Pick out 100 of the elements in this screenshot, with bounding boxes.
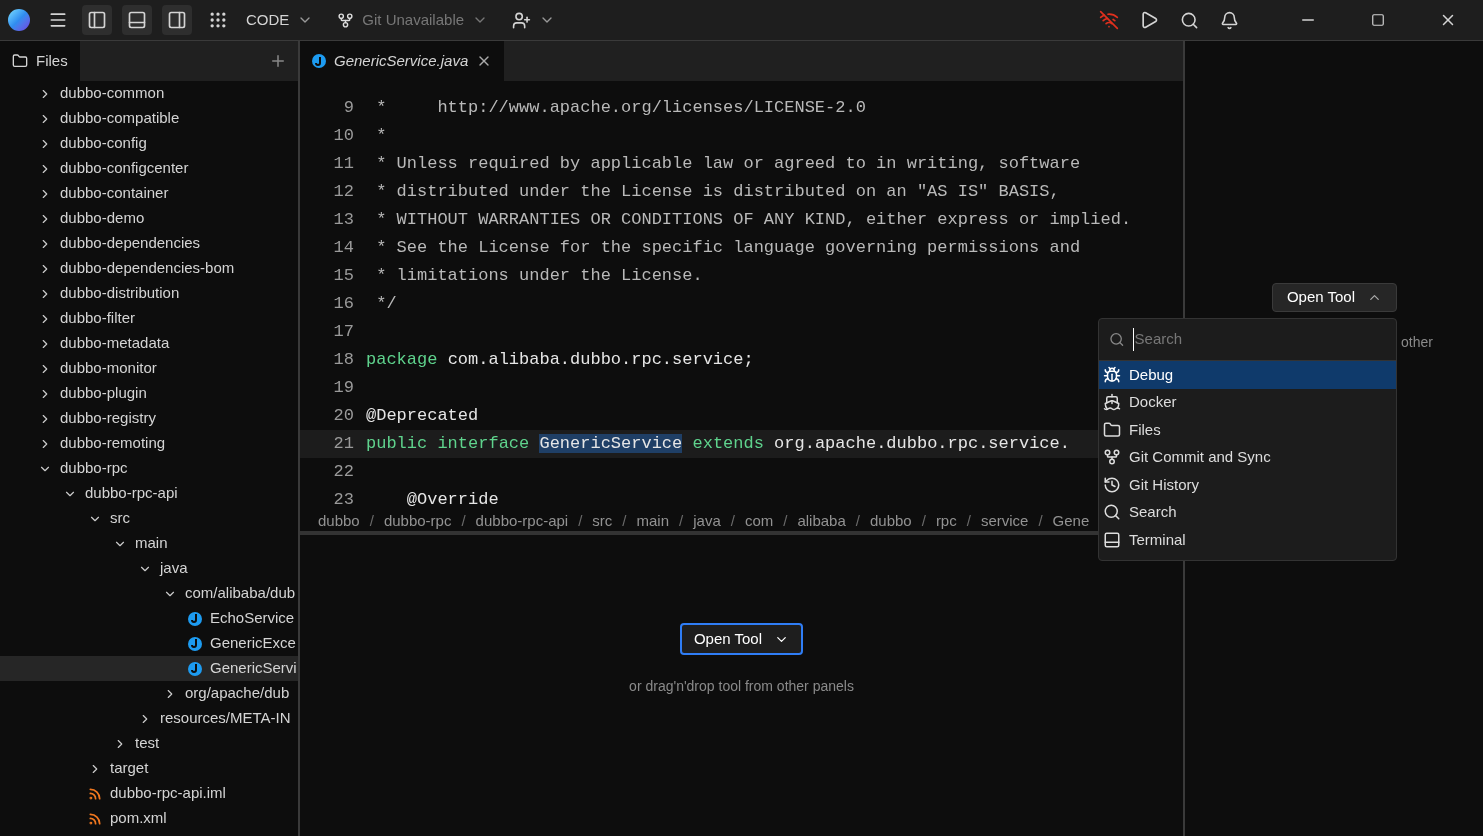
tree-item-label: resources/META-IN [160,708,291,729]
java-file-icon [312,54,326,68]
drop-hint: or drag'n'drop tool from other panels [628,677,855,695]
tree-item[interactable]: dubbo-plugin [0,381,298,406]
bug-icon [1103,365,1121,384]
tree-item[interactable]: dubbo-rpc-api.iml [0,781,298,806]
line-number: 17 [332,321,355,344]
tree-item[interactable]: dubbo-filter [0,306,298,331]
folder-icon [1103,420,1121,439]
tree-item[interactable]: dubbo-common [0,81,298,106]
tree-item[interactable]: GenericServi [0,656,298,681]
line-number: 11 [332,153,355,176]
code-line: * See the License for the specific language governing permissions and [375,237,1081,260]
breadcrumb-separator: / [783,511,788,531]
tree-item-label: org/apache/dub [185,683,290,704]
code-line: */ [375,293,397,316]
tree-item-label: dubbo-config [60,133,147,154]
breadcrumb-item[interactable]: dubbo [870,511,912,531]
tree-item-label: dubbo-rpc [60,458,128,479]
tree-item[interactable]: src [0,506,298,531]
menu-item[interactable]: Search [1099,498,1396,526]
panel-icon [1103,530,1121,549]
breadcrumb-item[interactable]: src [592,511,613,531]
tree-item[interactable]: GenericExce [0,631,298,656]
breadcrumb-item[interactable]: Gene [1052,511,1090,531]
code-line: * distributed under the License is distributed on an "AS IS" BASIS, [375,181,1060,204]
menu-item[interactable]: Docker [1099,388,1396,416]
right-panel-icon [167,10,187,30]
search-field[interactable]: Search [1132,328,1386,351]
tree-item[interactable]: dubbo-demo [0,206,298,231]
tree-item[interactable]: dubbo-monitor [0,356,298,381]
breadcrumb-item[interactable]: rpc [935,511,957,531]
line-number: 19 [332,377,355,400]
code-line: * limitations under the License. [375,265,703,288]
tree-item[interactable]: main [0,531,298,556]
tree-item-label: main [135,533,168,554]
tree-item-label: EchoService [210,608,295,629]
left-panel-icon [87,10,107,30]
breadcrumb-item[interactable]: com [744,511,774,531]
editor-tab[interactable]: GenericService.java [300,41,505,81]
breadcrumb-item[interactable]: main [636,511,670,531]
tree-item[interactable]: dubbo-distribution [0,281,298,306]
tree-item-label: dubbo-rpc-api [85,483,178,504]
menu-item[interactable]: Terminal [1099,526,1396,554]
tree-item[interactable]: org/apache/dub [0,681,298,706]
tree-item[interactable]: dubbo-registry [0,406,298,431]
breadcrumb-separator: / [679,511,684,531]
menu-item[interactable]: Git History [1099,471,1396,499]
search-icon [1109,331,1125,348]
tree-item[interactable]: dubbo-config [0,131,298,156]
add-user-icon [512,10,532,30]
tree-item[interactable]: dubbo-rpc-api [0,481,298,506]
breadcrumb-item[interactable]: service [980,511,1029,531]
tree-item[interactable]: target [0,756,298,781]
tree-item-label: dubbo-dependencies-bom [60,258,235,279]
breadcrumb-item[interactable]: dubbo-rpc-api [475,511,569,531]
tree-item-label: GenericServi [210,658,297,679]
tree-item-label: dubbo-container [60,183,169,204]
line-number: 14 [332,237,355,260]
code-line: public interface GenericService extends org.apache.dubbo.rpc.service. [366,433,1070,456]
java-file-icon [188,661,202,676]
tree-item[interactable]: dubbo-dependencies-bom [0,256,298,281]
breadcrumb-separator: / [921,511,926,531]
tab-title: GenericService.java [334,50,469,71]
tree-item[interactable]: com/alibaba/dub [0,581,298,606]
tree-item[interactable]: dubbo-container [0,181,298,206]
menu-item[interactable]: Files [1099,416,1396,444]
tree-item[interactable]: dubbo-dependencies [0,231,298,256]
tree-item[interactable]: dubbo-compatible [0,106,298,131]
breadcrumb-item[interactable]: alibaba [797,511,846,531]
mode-dropdown[interactable]: CODE [246,8,314,32]
tree-item[interactable]: java [0,556,298,581]
tree-item-label: test [135,733,160,754]
breadcrumb-separator: / [578,511,583,531]
menu-item[interactable]: Git Commit and Sync [1099,443,1396,471]
breadcrumb-item[interactable]: dubbo [318,511,360,531]
tree-item-label: dubbo-filter [60,308,136,329]
breadcrumb-item[interactable]: dubbo-rpc [383,511,452,531]
tree-item[interactable]: resources/META-IN [0,706,298,731]
panel-toggle-button[interactable] [122,5,152,35]
tree-item[interactable]: EchoService [0,606,298,631]
line-number: 9 [342,97,355,120]
tree-item[interactable]: test [0,731,298,756]
breadcrumb-item[interactable]: java [693,511,721,531]
tree-item[interactable]: dubbo-configcenter [0,156,298,181]
panel-toggle-button[interactable] [162,5,192,35]
open-tool-button[interactable]: Open Tool [1271,283,1397,312]
line-number: 20 [332,405,355,428]
branch-icon [337,11,355,29]
tree-item[interactable]: dubbo-rpc [0,456,298,481]
search-icon [1103,503,1121,522]
tree-item[interactable]: pom.xml [0,806,298,831]
code-line: * http://www.apache.org/licenses/LICENSE-2.0 [375,97,866,120]
menu-item[interactable]: Debug [1099,361,1396,389]
open-tool-button[interactable]: Open Tool [679,623,804,655]
files-tab[interactable]: Files [0,41,80,81]
panel-toggle-button[interactable] [82,5,112,35]
tree-item[interactable]: dubbo-metadata [0,331,298,356]
tree-item[interactable]: dubbo-remoting [0,431,298,456]
java-file-icon [188,611,202,626]
